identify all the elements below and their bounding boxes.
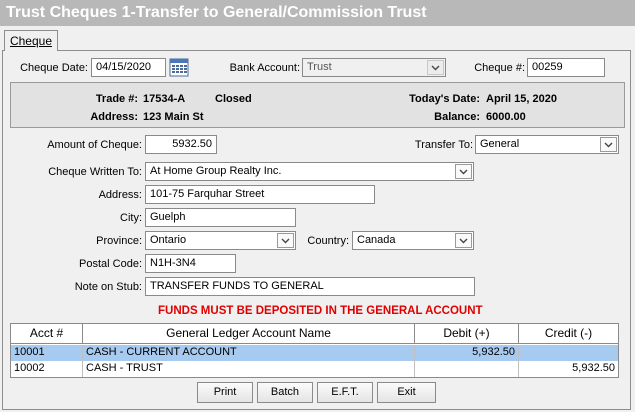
print-button[interactable]: Print xyxy=(197,382,253,403)
written-to-label: Cheque Written To: xyxy=(48,166,142,178)
city-label: City: xyxy=(120,212,142,224)
written-to-select[interactable]: At Home Group Realty Inc. xyxy=(145,162,474,181)
city-field[interactable]: Guelph xyxy=(145,208,296,227)
bank-account-label: Bank Account: xyxy=(229,62,300,74)
trade-status: Closed xyxy=(215,93,252,105)
window-title: Trust Cheques 1-Transfer to General/Comm… xyxy=(0,0,635,26)
chevron-down-icon[interactable] xyxy=(277,233,294,248)
ledger-table: Acct # General Ledger Account Name Debit… xyxy=(10,323,619,378)
batch-button[interactable]: Batch xyxy=(257,382,313,403)
cheque-number-label: Cheque #: xyxy=(474,62,525,74)
chevron-down-icon[interactable] xyxy=(600,137,617,152)
province-label: Province: xyxy=(96,235,142,247)
postal-code-label: Postal Code: xyxy=(79,258,142,270)
deposit-warning: FUNDS MUST BE DEPOSITED IN THE GENERAL A… xyxy=(158,305,483,317)
column-header-debit[interactable]: Debit (+) xyxy=(415,324,519,344)
chevron-down-icon[interactable] xyxy=(455,164,472,179)
amount-field[interactable]: 5932.50 xyxy=(145,135,217,154)
stub-note-field[interactable]: TRANSFER FUNDS TO GENERAL xyxy=(145,277,475,296)
transfer-to-label: Transfer To: xyxy=(414,139,473,151)
balance-value: 6000.00 xyxy=(486,111,526,123)
country-label: Country: xyxy=(307,235,349,247)
trade-address-label: Address: xyxy=(90,111,138,123)
cheque-date-label: Cheque Date: xyxy=(20,62,88,74)
table-row[interactable]: 10002 CASH - TRUST 5,932.50 xyxy=(11,361,618,377)
todays-date-value: April 15, 2020 xyxy=(486,93,557,105)
country-select[interactable]: Canada xyxy=(352,231,474,250)
stub-note-label: Note on Stub: xyxy=(74,281,142,293)
exit-button[interactable]: Exit xyxy=(377,382,436,403)
province-select[interactable]: Ontario xyxy=(145,231,296,250)
eft-button[interactable]: E.F.T. xyxy=(317,382,373,403)
trade-number-label: Trade #: xyxy=(95,93,138,105)
chevron-down-icon xyxy=(427,60,444,75)
ledger-header: Acct # General Ledger Account Name Debit… xyxy=(11,324,618,344)
table-row[interactable]: 10001 CASH - CURRENT ACCOUNT 5,932.50 xyxy=(11,345,618,361)
address-field[interactable]: 101-75 Farquhar Street xyxy=(145,185,375,204)
address-label: Address: xyxy=(98,189,142,201)
trade-address-value: 123 Main St xyxy=(143,111,204,123)
calendar-icon[interactable] xyxy=(169,57,189,80)
balance-label: Balance: xyxy=(434,111,480,123)
todays-date-label: Today's Date: xyxy=(409,93,480,105)
amount-label: Amount of Cheque: xyxy=(47,139,142,151)
column-header-acct[interactable]: Acct # xyxy=(11,324,83,344)
cheque-number-field[interactable]: 00259 xyxy=(527,58,605,77)
chevron-down-icon[interactable] xyxy=(455,233,472,248)
postal-code-field[interactable]: N1H-3N4 xyxy=(145,254,236,273)
transfer-to-select[interactable]: General xyxy=(475,135,619,154)
column-header-credit[interactable]: Credit (-) xyxy=(519,324,618,344)
cheque-date-field[interactable]: 04/15/2020 xyxy=(91,58,166,77)
trade-number-value: 17534-A xyxy=(143,93,186,105)
tab-cheque[interactable]: Cheque xyxy=(4,30,58,51)
bank-account-select: Trust xyxy=(302,58,446,77)
column-header-name[interactable]: General Ledger Account Name xyxy=(83,324,415,344)
